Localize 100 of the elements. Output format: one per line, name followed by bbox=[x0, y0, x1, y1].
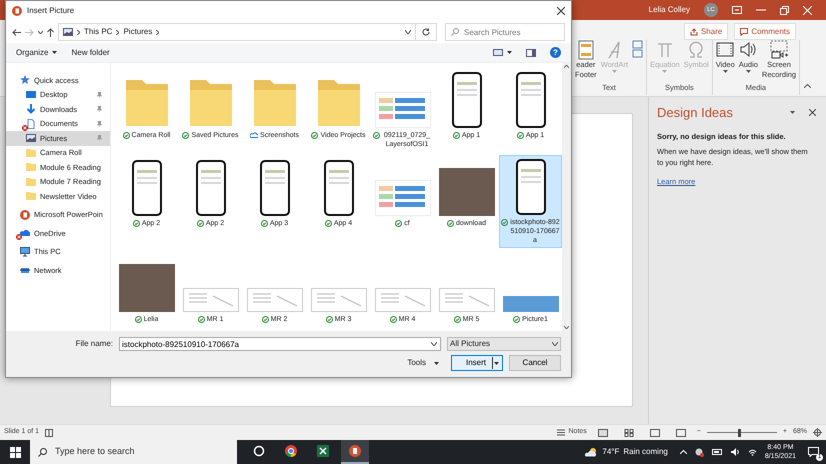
taskbar-app-button[interactable] bbox=[341, 440, 369, 464]
small-icons-command[interactable] bbox=[632, 40, 644, 58]
battery-icon[interactable] bbox=[712, 449, 723, 455]
volume-icon[interactable] bbox=[730, 448, 740, 456]
search-icon bbox=[451, 28, 459, 36]
phone-thumbnail bbox=[260, 160, 290, 216]
pictures-icon bbox=[26, 133, 36, 144]
search-icon bbox=[38, 448, 47, 456]
reading-view-icon[interactable] bbox=[650, 428, 660, 436]
close-icon[interactable] bbox=[557, 7, 565, 15]
star-icon bbox=[20, 75, 30, 86]
preview-pane-icon[interactable] bbox=[526, 48, 536, 56]
folder-icon bbox=[252, 78, 298, 128]
file-name-label: File name: bbox=[76, 338, 113, 350]
phone-thumbnail bbox=[516, 72, 546, 128]
spreadsheet-app-icon bbox=[317, 445, 329, 457]
chrome-icon bbox=[285, 445, 297, 457]
temperature[interactable]: 74°F bbox=[602, 446, 620, 458]
screen-recording-icon bbox=[770, 40, 788, 60]
help-button[interactable]: ? bbox=[550, 47, 561, 58]
zoom-slider[interactable] bbox=[706, 428, 777, 436]
meeting-muted-icon[interactable] bbox=[694, 448, 704, 456]
speech-bubble-icon bbox=[808, 446, 819, 456]
small-commands-icon bbox=[632, 40, 644, 58]
folder-icon bbox=[188, 78, 234, 128]
folder-icon bbox=[316, 78, 362, 128]
zoom-thumb[interactable] bbox=[738, 428, 742, 436]
folder-icon bbox=[26, 176, 36, 187]
chevron-down-icon bbox=[405, 30, 411, 34]
chevron-down-icon[interactable] bbox=[38, 30, 43, 34]
slide-sorter-icon[interactable] bbox=[624, 428, 634, 436]
cloudy-sun-icon[interactable] bbox=[584, 447, 598, 457]
taskbar-search-field[interactable]: Type here to search bbox=[30, 440, 237, 464]
header-footer-icon bbox=[576, 40, 595, 60]
notes-icon bbox=[556, 429, 564, 436]
dialog-title: Insert Picture bbox=[27, 5, 76, 17]
fit-slide-icon[interactable] bbox=[813, 428, 822, 437]
user-name: Lelia Colley bbox=[648, 4, 690, 16]
weather-text[interactable]: Rain coming bbox=[623, 446, 668, 458]
insert-button[interactable]: Insert bbox=[451, 355, 503, 371]
phone-thumbnail bbox=[452, 72, 482, 128]
caret-icon bbox=[434, 362, 439, 364]
restore-icon[interactable] bbox=[780, 6, 789, 14]
address-bar[interactable]: This PC Pictures bbox=[58, 23, 416, 41]
caret-icon[interactable] bbox=[790, 111, 795, 114]
close-icon[interactable] bbox=[809, 109, 816, 116]
chevron-down-icon bbox=[552, 342, 558, 346]
path-segment[interactable]: Pictures bbox=[123, 26, 152, 38]
chevron-down-icon[interactable] bbox=[431, 342, 437, 346]
accessibility-icon[interactable] bbox=[45, 428, 54, 436]
scroll-up-icon bbox=[564, 65, 569, 68]
chevron-right-icon bbox=[77, 30, 80, 34]
back-arrow-icon[interactable] bbox=[12, 28, 21, 36]
cancel-button[interactable]: Cancel bbox=[509, 355, 561, 371]
phone-thumbnail bbox=[132, 160, 162, 216]
wifi-icon[interactable] bbox=[748, 448, 757, 456]
diagram-thumbnail bbox=[374, 92, 430, 128]
search-field[interactable]: Search Pictures bbox=[445, 23, 565, 41]
caret-icon bbox=[52, 51, 58, 54]
tools-menu[interactable]: Tools bbox=[407, 357, 439, 369]
collapse-ribbon-icon[interactable] bbox=[804, 84, 812, 88]
screenshot-thumbnail bbox=[310, 288, 366, 312]
folder-icon bbox=[26, 162, 36, 172]
path-segment[interactable]: This PC bbox=[84, 26, 112, 38]
diagram-thumbnail bbox=[374, 180, 430, 216]
presentation-app-icon bbox=[12, 6, 22, 16]
share-button[interactable]: Share bbox=[684, 23, 728, 40]
folder-icon bbox=[26, 191, 36, 202]
screenshot-thumbnail bbox=[438, 288, 494, 312]
organize-menu[interactable]: Organize bbox=[16, 46, 58, 58]
folder-icon bbox=[26, 148, 36, 158]
cortana-circle-icon bbox=[253, 445, 265, 457]
file-type-dropdown[interactable]: All Pictures bbox=[447, 337, 561, 351]
refresh-button[interactable] bbox=[415, 23, 437, 41]
windows-start-icon[interactable] bbox=[10, 446, 20, 458]
view-menu[interactable] bbox=[493, 49, 512, 56]
comments-button[interactable]: Comments bbox=[734, 23, 796, 40]
scroll-down-icon bbox=[564, 326, 569, 329]
chevron-right-icon bbox=[116, 30, 120, 34]
folder-icon bbox=[124, 78, 170, 128]
screenshot-thumbnail bbox=[182, 288, 238, 312]
phone-thumbnail bbox=[324, 160, 354, 216]
slideshow-icon[interactable] bbox=[676, 428, 686, 436]
presentation-app-icon bbox=[349, 445, 361, 457]
scrollbar[interactable] bbox=[562, 63, 571, 331]
ribbon-display-icon[interactable] bbox=[732, 6, 742, 14]
download-arrow-icon bbox=[26, 104, 36, 114]
refresh-icon bbox=[422, 28, 430, 36]
up-arrow-icon[interactable] bbox=[47, 28, 54, 36]
chevron-up-icon[interactable] bbox=[680, 450, 687, 454]
photo-placeholder bbox=[438, 168, 494, 216]
presentation-app-icon bbox=[20, 210, 30, 220]
cloud-icon bbox=[20, 228, 30, 238]
photo-placeholder bbox=[118, 264, 174, 312]
file-name-field[interactable]: istockphoto-892510910-170667a bbox=[119, 337, 441, 351]
network-icon bbox=[20, 265, 30, 276]
comment-icon bbox=[740, 28, 748, 36]
chevron-right-icon bbox=[156, 30, 160, 34]
normal-view-icon[interactable] bbox=[598, 428, 608, 436]
new-folder-button[interactable]: New folder bbox=[71, 46, 288, 58]
